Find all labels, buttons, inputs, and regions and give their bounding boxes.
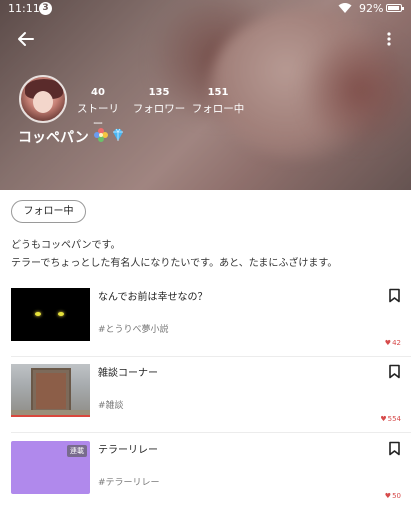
profile-username: コッペパン: [18, 130, 89, 146]
divider: [11, 356, 411, 357]
divider: [11, 432, 411, 433]
story-likes: ♥50: [385, 492, 401, 500]
more-options-icon[interactable]: [380, 29, 398, 49]
status-bar: 11:11 3 92%: [0, 0, 411, 17]
bookmark-icon[interactable]: [388, 364, 401, 379]
story-likes: ♥554: [380, 415, 401, 423]
stat-following-count: 151: [207, 87, 229, 98]
stat-stories-label: ストーリー: [77, 103, 119, 130]
heart-icon: ♥: [380, 415, 387, 423]
status-time: 11:11: [8, 2, 40, 15]
flower-badge-icon: [94, 128, 108, 142]
story-thumbnail[interactable]: [11, 288, 90, 341]
heart-icon: ♥: [384, 339, 392, 347]
likes-count: 50: [392, 492, 401, 500]
likes-count: 554: [387, 415, 401, 423]
bio-line-2: テラーでちょっとした有名人になりたいです。あと、たまにふざけます。: [11, 258, 338, 269]
stat-following[interactable]: 151 フォロー中: [190, 87, 246, 116]
cat-eye-right: [58, 312, 64, 316]
stat-following-label: フォロー中: [191, 103, 245, 115]
wifi-icon: [338, 3, 352, 13]
stat-stories-count: 40: [91, 87, 105, 98]
stat-followers[interactable]: 135 フォロワー: [130, 87, 188, 116]
story-thumbnail[interactable]: [11, 364, 90, 417]
story-tag[interactable]: #雑談: [98, 398, 124, 411]
story-tag[interactable]: #とうりべ夢小説: [98, 322, 169, 335]
bio-line-1: どうもコッペパンです。: [11, 240, 121, 251]
story-item[interactable]: 雑談コーナー #雑談 ♥554: [0, 364, 411, 440]
battery-percent: 92%: [359, 2, 384, 15]
likes-count: 42: [392, 339, 401, 347]
bookmark-icon[interactable]: [388, 288, 401, 303]
diamond-badge-icon: [113, 128, 123, 141]
stat-followers-label: フォロワー: [132, 103, 186, 115]
avatar[interactable]: [19, 75, 67, 123]
back-arrow-icon[interactable]: [16, 29, 36, 49]
story-title[interactable]: 雑談コーナー: [98, 364, 158, 379]
following-button[interactable]: フォロー中: [11, 200, 86, 223]
notification-count-icon: 3: [39, 2, 52, 15]
heart-icon: ♥: [384, 492, 392, 500]
story-item[interactable]: 連載 テラーリレー #テラーリレー ♥50: [0, 441, 411, 512]
profile-header: 11:11 3 92% 40 ストーリー 135 フォロワー 151 フォロー中…: [0, 0, 411, 190]
battery-icon: [386, 4, 404, 12]
stat-stories[interactable]: 40 ストーリー: [73, 87, 123, 131]
story-title[interactable]: テラーリレー: [98, 441, 158, 456]
stat-followers-count: 135: [148, 87, 170, 98]
story-tag[interactable]: #テラーリレー: [98, 475, 160, 488]
cat-eye-left: [35, 312, 41, 316]
serial-label: 連載: [67, 445, 87, 457]
bookmark-icon[interactable]: [388, 441, 401, 456]
story-likes: ♥42: [385, 339, 401, 347]
story-item[interactable]: なんでお前は幸せなの？ #とうりべ夢小説 ♥42: [0, 288, 411, 364]
story-title[interactable]: なんでお前は幸せなの？: [98, 288, 208, 303]
story-thumbnail[interactable]: 連載: [11, 441, 90, 494]
